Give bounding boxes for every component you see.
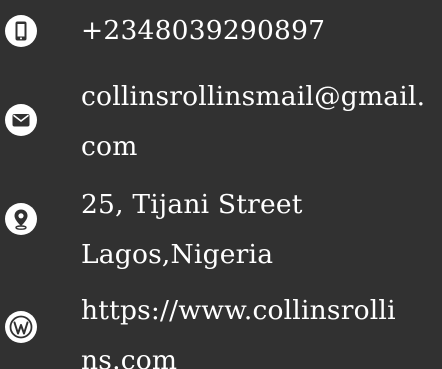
email-address[interactable]: collinsrollinsmail@gmail. com <box>81 72 425 172</box>
phone-icon <box>4 14 38 48</box>
wordpress-icon <box>4 310 38 344</box>
contact-website-row: https://www.collinsrolli ns.com <box>0 286 442 369</box>
contact-phone-row: +2348039290897 <box>0 0 442 55</box>
location-pin-icon <box>4 202 38 236</box>
street-address: 25, Tijani Street Lagos,Nigeria <box>81 180 303 280</box>
email-line-1: collinsrollinsmail@gmail. <box>81 81 426 112</box>
contact-address-row: 25, Tijani Street Lagos,Nigeria <box>0 180 442 280</box>
address-line-2: Lagos,Nigeria <box>81 239 274 270</box>
website-line-2: ns.com <box>81 345 178 369</box>
email-line-2: com <box>81 131 138 162</box>
contact-info-panel: +2348039290897 collinsrollinsmail@gmail.… <box>0 0 442 369</box>
envelope-icon <box>4 103 38 137</box>
address-line-1: 25, Tijani Street <box>81 189 303 220</box>
website-url[interactable]: https://www.collinsrolli ns.com <box>81 286 396 369</box>
phone-number[interactable]: +2348039290897 <box>81 6 325 56</box>
contact-email-row: collinsrollinsmail@gmail. com <box>0 72 442 172</box>
website-line-1: https://www.collinsrolli <box>81 295 396 326</box>
